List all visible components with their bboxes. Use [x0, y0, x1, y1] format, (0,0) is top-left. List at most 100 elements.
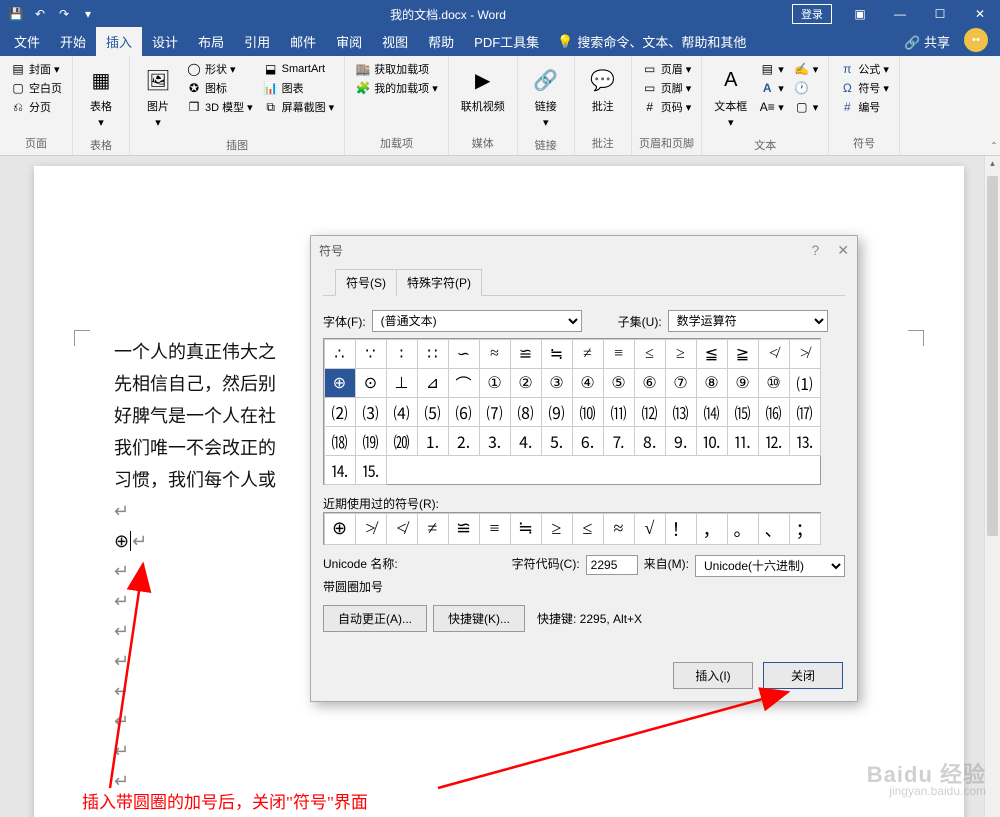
symbol-cell[interactable]: ⑷	[386, 397, 418, 427]
symbol-button[interactable]: Ω符号 ▾	[835, 79, 893, 97]
symbol-cell[interactable]: ⑻	[510, 397, 542, 427]
symbol-cell[interactable]: ⒋	[510, 426, 542, 456]
symbol-cell[interactable]: ⒎	[603, 426, 635, 456]
symbol-cell[interactable]: ⑾	[603, 397, 635, 427]
symbol-cell[interactable]: ⒔	[789, 426, 821, 456]
symbol-cell[interactable]: ⑴	[789, 368, 821, 398]
recent-symbol-cell[interactable]: ；	[789, 513, 821, 545]
symbol-cell[interactable]: ⑧	[696, 368, 728, 398]
comment-button[interactable]: 💬批注	[581, 60, 625, 118]
page-number-button[interactable]: #页码 ▾	[638, 98, 696, 116]
symbol-cell[interactable]: ≠	[572, 339, 604, 369]
recent-symbol-cell[interactable]: ⊕	[324, 513, 356, 545]
symbol-cell[interactable]: ⒀	[665, 397, 697, 427]
recent-symbol-cell[interactable]: 。	[727, 513, 759, 545]
symbol-cell[interactable]: ⑥	[634, 368, 666, 398]
my-addins-button[interactable]: 🧩我的加载项 ▾	[351, 79, 442, 97]
symbol-cell[interactable]: ⑼	[541, 397, 573, 427]
symbol-cell[interactable]: ≯	[789, 339, 821, 369]
share-button[interactable]: 🔗 共享	[894, 27, 960, 56]
symbol-cell[interactable]: ⒖	[355, 455, 387, 485]
tab-review[interactable]: 审阅	[326, 27, 372, 56]
ribbon-display-icon[interactable]: ▣	[840, 0, 880, 28]
tab-layout[interactable]: 布局	[188, 27, 234, 56]
symbol-cell[interactable]: ⒊	[479, 426, 511, 456]
feedback-icon[interactable]: ••	[964, 28, 988, 52]
symbol-cell[interactable]: ∶	[386, 339, 418, 369]
object-button[interactable]: ▢▾	[790, 98, 823, 116]
insert-button[interactable]: 插入(I)	[673, 662, 753, 689]
symbol-cell[interactable]: ⒒	[727, 426, 759, 456]
symbol-cell[interactable]: ⊥	[386, 368, 418, 398]
symbol-cell[interactable]: ⒄	[789, 397, 821, 427]
symbol-cell[interactable]: ≦	[696, 339, 728, 369]
symbol-cell[interactable]: ∽	[448, 339, 480, 369]
symbol-cell[interactable]: ⊕	[324, 368, 356, 398]
header-button[interactable]: ▭页眉 ▾	[638, 60, 696, 78]
from-select[interactable]: Unicode(十六进制)	[695, 555, 845, 577]
symbol-cell[interactable]: ⑸	[417, 397, 449, 427]
minimize-icon[interactable]: —	[880, 0, 920, 28]
dropcap-button[interactable]: A≡▾	[755, 98, 788, 116]
footer-button[interactable]: ▭页脚 ▾	[638, 79, 696, 97]
datetime-button[interactable]: 🕐	[790, 79, 823, 97]
symbol-cell[interactable]: ⊿	[417, 368, 449, 398]
icons-button[interactable]: ✪图标	[182, 79, 257, 97]
symbol-cell[interactable]: ⒁	[696, 397, 728, 427]
tab-pdf[interactable]: PDF工具集	[464, 27, 549, 56]
shortcut-button[interactable]: 快捷键(K)...	[433, 605, 525, 632]
dialog-titlebar[interactable]: 符号 ?✕	[311, 236, 857, 264]
pictures-button[interactable]: 🖼图片▾	[136, 60, 180, 133]
help-icon[interactable]: ?	[811, 242, 819, 259]
symbol-cell[interactable]: ≧	[727, 339, 759, 369]
quick-parts-button[interactable]: ▤▾	[755, 60, 788, 78]
tab-references[interactable]: 引用	[234, 27, 280, 56]
blank-page-button[interactable]: ▢空白页	[6, 79, 66, 97]
close-dialog-icon[interactable]: ✕	[837, 242, 849, 259]
symbol-cell[interactable]: ≡	[603, 339, 635, 369]
symbol-cell[interactable]: ⒏	[634, 426, 666, 456]
collapse-ribbon-icon[interactable]: ˆ	[992, 140, 996, 154]
symbol-cell[interactable]: ⒂	[727, 397, 759, 427]
table-button[interactable]: ▦表格▾	[79, 60, 123, 133]
save-icon[interactable]: 💾	[6, 4, 26, 24]
equation-button[interactable]: π公式 ▾	[835, 60, 893, 78]
recent-symbol-cell[interactable]: 、	[758, 513, 790, 545]
tab-symbols[interactable]: 符号(S)	[335, 269, 397, 296]
symbol-cell[interactable]: ⑤	[603, 368, 635, 398]
undo-icon[interactable]: ↶	[30, 4, 50, 24]
online-video-button[interactable]: ▶联机视频	[455, 60, 511, 118]
maximize-icon[interactable]: ☐	[920, 0, 960, 28]
symbol-cell[interactable]: ≈	[479, 339, 511, 369]
recent-symbol-cell[interactable]: ≤	[572, 513, 604, 545]
autocorrect-button[interactable]: 自动更正(A)...	[323, 605, 427, 632]
symbol-cell[interactable]: ∴	[324, 339, 356, 369]
symbol-cell[interactable]: ⒇	[386, 426, 418, 456]
symbol-cell[interactable]: ≒	[541, 339, 573, 369]
symbol-cell[interactable]: ⊙	[355, 368, 387, 398]
redo-icon[interactable]: ↷	[54, 4, 74, 24]
subset-select[interactable]: 数学运算符	[668, 310, 828, 332]
symbol-cell[interactable]: ⑩	[758, 368, 790, 398]
symbol-cell[interactable]: ≮	[758, 339, 790, 369]
symbol-cell[interactable]: ⑨	[727, 368, 759, 398]
page-break-button[interactable]: ⎌分页	[6, 98, 66, 116]
recent-symbol-cell[interactable]: ≒	[510, 513, 542, 545]
symbol-cell[interactable]: ∵	[355, 339, 387, 369]
tab-special-chars[interactable]: 特殊字符(P)	[396, 269, 482, 296]
recent-symbol-cell[interactable]: √	[634, 513, 666, 545]
symbol-cell[interactable]: ⒌	[541, 426, 573, 456]
symbol-cell[interactable]: ⒓	[758, 426, 790, 456]
symbol-cell[interactable]: ≌	[510, 339, 542, 369]
tab-mailings[interactable]: 邮件	[280, 27, 326, 56]
tab-view[interactable]: 视图	[372, 27, 418, 56]
symbol-cell[interactable]: ⒃	[758, 397, 790, 427]
tab-design[interactable]: 设计	[142, 27, 188, 56]
login-button[interactable]: 登录	[792, 4, 832, 24]
symbol-cell[interactable]: ⑵	[324, 397, 356, 427]
tab-insert[interactable]: 插入	[96, 27, 142, 56]
symbol-cell[interactable]: ③	[541, 368, 573, 398]
recent-symbol-cell[interactable]: ！	[665, 513, 697, 545]
wordart-button[interactable]: A▾	[755, 79, 788, 97]
close-button[interactable]: 关闭	[763, 662, 843, 689]
